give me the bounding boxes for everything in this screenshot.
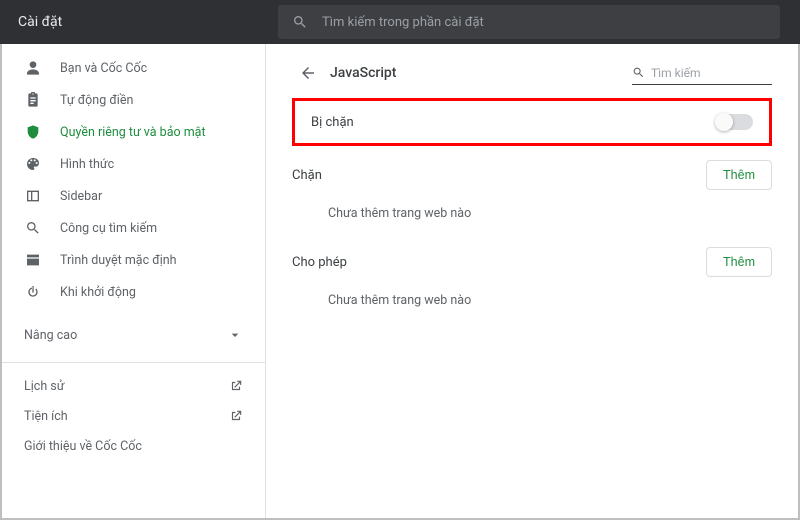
sidebar-item-label: Trình duyệt mặc định	[60, 253, 177, 268]
external-link-icon	[229, 379, 243, 393]
window-icon	[24, 251, 42, 269]
sidebar-item-privacy[interactable]: Quyền riêng tư và bảo mật	[2, 116, 265, 148]
block-add-button[interactable]: Thêm	[706, 160, 772, 190]
palette-icon	[24, 155, 42, 173]
sidebar-link-about[interactable]: Giới thiệu về Cốc Cốc	[2, 431, 265, 461]
sidebar-item-default-browser[interactable]: Trình duyệt mặc định	[2, 244, 265, 276]
arrow-left-icon	[299, 64, 317, 82]
app-title: Cài đặt	[18, 14, 278, 30]
person-icon	[24, 59, 42, 77]
page-title: JavaScript	[330, 65, 396, 81]
allow-empty-text: Chưa thêm trang web nào	[292, 283, 772, 322]
sidebar-item-label: Công cụ tìm kiếm	[60, 221, 157, 236]
sidebar: Bạn và Cốc Cốc Tự động điền Quyền riêng …	[2, 44, 266, 518]
sidebar-link-history[interactable]: Lịch sử	[2, 371, 265, 401]
blocked-toggle-row: Bị chặn	[292, 98, 772, 146]
power-icon	[24, 283, 42, 301]
sidebar-item-appearance[interactable]: Hình thức	[2, 148, 265, 180]
sidebar-item-you-and-coccoc[interactable]: Bạn và Cốc Cốc	[2, 52, 265, 84]
link-label: Tiện ích	[24, 409, 68, 424]
sidebar-item-label: Tự động điền	[60, 93, 133, 108]
section-search[interactable]: Tìm kiếm	[632, 61, 772, 85]
allow-title: Cho phép	[292, 255, 347, 270]
sidebar-link-extensions[interactable]: Tiện ích	[2, 401, 265, 431]
link-label: Giới thiệu về Cốc Cốc	[24, 439, 142, 454]
sidebar-item-on-startup[interactable]: Khi khởi động	[2, 276, 265, 308]
block-empty-text: Chưa thêm trang web nào	[292, 196, 772, 235]
sidebar-item-label: Quyền riêng tư và bảo mật	[60, 125, 206, 140]
body: Bạn và Cốc Cốc Tự động điền Quyền riêng …	[0, 44, 800, 520]
link-label: Lịch sử	[24, 379, 65, 394]
top-bar: Cài đặt Tìm kiếm trong phần cài đặt	[0, 0, 800, 44]
sidebar-item-label: Bạn và Cốc Cốc	[60, 61, 147, 76]
sidebar-item-search-engine[interactable]: Công cụ tìm kiếm	[2, 212, 265, 244]
shield-icon	[24, 123, 42, 141]
block-section-header: Chặn Thêm	[292, 154, 772, 196]
page-header: JavaScript Tìm kiếm	[292, 58, 772, 88]
sidebar-item-sidebar[interactable]: Sidebar	[2, 180, 265, 212]
global-search[interactable]: Tìm kiếm trong phần cài đặt	[278, 5, 780, 39]
panel-icon	[24, 187, 42, 205]
blocked-toggle[interactable]	[717, 114, 753, 130]
allow-section-header: Cho phép Thêm	[292, 241, 772, 283]
sidebar-item-label: Khi khởi động	[60, 285, 136, 300]
sidebar-item-autofill[interactable]: Tự động điền	[2, 84, 265, 116]
sidebar-item-label: Sidebar	[60, 189, 102, 204]
chevron-down-icon	[227, 327, 243, 343]
back-button[interactable]	[292, 57, 324, 89]
allow-add-button[interactable]: Thêm	[706, 247, 772, 277]
clipboard-icon	[24, 91, 42, 109]
external-link-icon	[229, 409, 243, 423]
section-search-placeholder: Tìm kiếm	[651, 66, 701, 80]
blocked-label: Bị chặn	[311, 115, 354, 130]
sidebar-item-label: Hình thức	[60, 157, 114, 172]
advanced-label: Nâng cao	[24, 328, 77, 343]
sidebar-advanced-toggle[interactable]: Nâng cao	[2, 318, 265, 352]
divider	[2, 362, 265, 363]
search-icon	[24, 219, 42, 237]
global-search-placeholder: Tìm kiếm trong phần cài đặt	[322, 15, 484, 30]
search-icon	[292, 14, 308, 30]
block-title: Chặn	[292, 168, 322, 183]
content-area: JavaScript Tìm kiếm Bị chặn Chặn Thêm Ch…	[266, 44, 798, 518]
search-icon	[632, 66, 645, 79]
